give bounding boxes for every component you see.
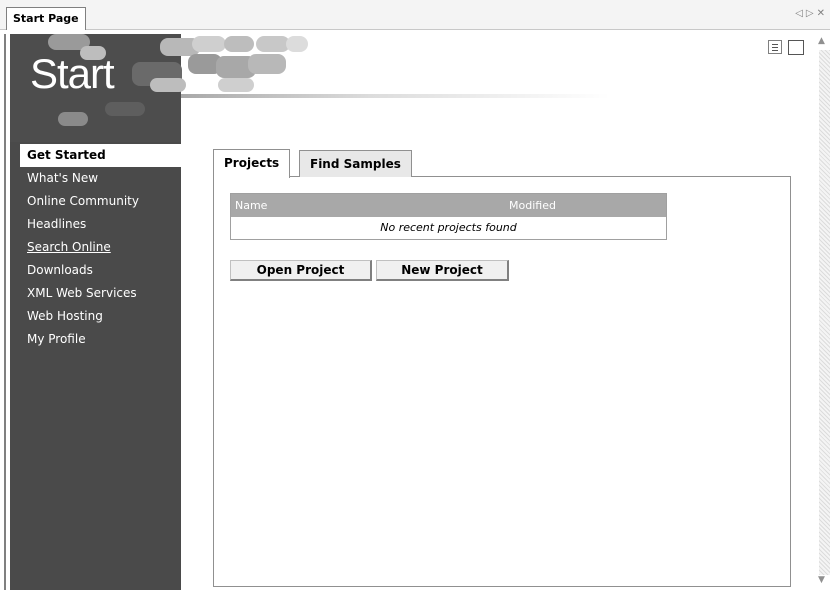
scroll-up-arrow-icon[interactable]: ▲ (818, 36, 825, 46)
sidebar-item-search-online[interactable]: Search Online (20, 236, 181, 259)
banner-decoration (248, 54, 286, 74)
sidebar-item-web-hosting[interactable]: Web Hosting (20, 305, 181, 328)
open-project-button[interactable]: Open Project (230, 260, 372, 281)
banner-decoration (224, 36, 254, 52)
sidebar-item-get-started[interactable]: Get Started (20, 144, 181, 167)
banner-decoration (105, 102, 145, 116)
scroll-tabs-right-icon[interactable]: ▷ (806, 8, 817, 19)
close-tab-icon[interactable]: ✕ (817, 8, 828, 19)
start-banner: Start (10, 34, 620, 142)
document-tab-strip: Start Page ◁▷✕ (0, 0, 830, 30)
banner-decoration (58, 112, 88, 126)
banner-decoration (286, 36, 308, 52)
view-toggle-icons (768, 40, 804, 55)
sidebar-nav: Get Started What's New Online Community … (20, 144, 181, 351)
banner-decoration (218, 78, 254, 92)
tab-projects[interactable]: Projects (213, 149, 291, 178)
sidebar-item-my-profile[interactable]: My Profile (20, 328, 181, 351)
sidebar-item-headlines[interactable]: Headlines (20, 213, 181, 236)
sidebar-item-downloads[interactable]: Downloads (20, 259, 181, 282)
recent-projects-table: Name Modified No recent projects found (230, 193, 667, 240)
vertical-scrollbar[interactable] (819, 50, 830, 575)
list-view-icon[interactable] (768, 40, 782, 54)
banner-decoration (150, 78, 186, 92)
tab-find-samples[interactable]: Find Samples (299, 150, 412, 177)
tab-navigation: ◁▷✕ (795, 8, 828, 19)
column-header-modified[interactable]: Modified (509, 194, 556, 217)
empty-table-message: No recent projects found (380, 221, 517, 234)
start-page-tab[interactable]: Start Page (6, 7, 86, 30)
column-header-name[interactable]: Name (235, 194, 267, 217)
scroll-tabs-left-icon[interactable]: ◁ (795, 8, 806, 19)
banner-decoration (256, 36, 290, 52)
banner-decoration (192, 36, 226, 52)
sidebar-item-xml-web-services[interactable]: XML Web Services (20, 282, 181, 305)
window-icon[interactable] (788, 40, 804, 55)
page-title: Start (30, 50, 115, 97)
scroll-down-arrow-icon[interactable]: ▼ (818, 575, 825, 585)
sidebar-item-whats-new[interactable]: What's New (20, 167, 181, 190)
table-header: Name Modified (231, 194, 666, 217)
new-project-button[interactable]: New Project (376, 260, 509, 281)
sidebar-item-online-community[interactable]: Online Community (20, 190, 181, 213)
